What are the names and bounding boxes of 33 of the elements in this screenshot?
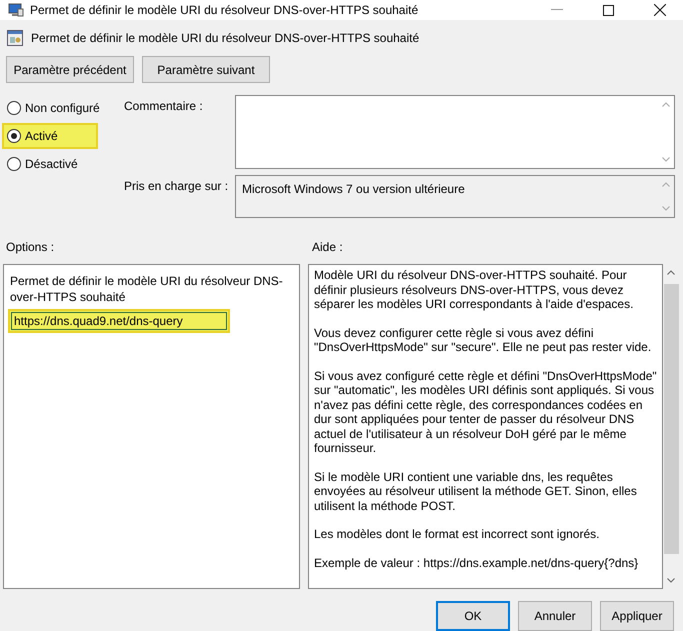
scroll-up-icon[interactable] bbox=[662, 102, 670, 107]
policy-icon bbox=[7, 30, 23, 46]
comment-field[interactable] bbox=[235, 95, 675, 169]
uri-field[interactable]: https://dns.quad9.net/dns-query bbox=[8, 309, 230, 333]
section-label: Options : bbox=[6, 240, 56, 254]
radio-option[interactable]: Non configuré bbox=[2, 95, 98, 121]
help-paragraph: Modèle URI du résolveur DNS-over-HTTPS souhaité. Pour définir plusieurs résolveurs DNS-over-HTTPS, vous devez séparer les modèles URI correspondants à l'aide d'espaces. bbox=[314, 268, 634, 312]
dialog-button[interactable]: Appliquer bbox=[600, 601, 674, 631]
window-title: Permet de définir le modèle URI du résolveur DNS-over-HTTPS souhaité bbox=[30, 3, 418, 17]
scroll-down-icon[interactable] bbox=[662, 157, 670, 162]
nav-button[interactable]: Paramètre précédent bbox=[6, 56, 134, 83]
radio-option[interactable]: Activé bbox=[2, 123, 98, 149]
help-paragraph: Si vous avez configuré cette règle et défini "DnsOverHttpsMode" sur "automatic", les modèles URI définis sont appliqués. Si vous n'avez pas défini cette règle, des correspondances codées en dur sont appliquées pour tenter de passer du résolveur DNS actuel de l'utilisateur à un résolveur DoH géré par le même fournisseur. bbox=[314, 368, 657, 456]
nav-button[interactable]: Paramètre suivant bbox=[142, 56, 270, 83]
help-paragraph: Si le modèle URI contient une variable dns, les requêtes envoyées au résolveur utilisent la méthode GET. Sinon, elles utilisent la méthode POST. bbox=[314, 470, 638, 513]
policy-title: Permet de définir le modèle URI du résolveur DNS-over-HTTPS souhaité bbox=[31, 31, 420, 45]
section-label: Aide : bbox=[312, 240, 343, 254]
field-label: Commentaire : bbox=[123, 98, 204, 115]
dialog-button[interactable]: OK bbox=[436, 601, 510, 631]
computer-icon bbox=[8, 3, 24, 17]
option-description: Permet de définir le modèle URI du résolveur DNS-over-HTTPS souhaité bbox=[9, 273, 284, 305]
help-paragraph: Exemple de valeur : https://dns.example.net/dns-query{?dns} bbox=[314, 556, 640, 570]
help-paragraph: Vous devez configurer cette règle si vous avez défini "DnsOverHttpsMode" sur "secure". Elle ne peut pas rester vide. bbox=[314, 326, 652, 354]
scroll-down-icon[interactable] bbox=[667, 578, 675, 583]
scroll-up-icon[interactable] bbox=[667, 270, 675, 275]
supported-text: Microsoft Windows 7 ou version ultérieure bbox=[241, 181, 466, 198]
field-label: Pris en charge sur : bbox=[123, 178, 230, 195]
radio-option[interactable]: Désactivé bbox=[2, 151, 98, 177]
help-paragraph: Les modèles dont le format est incorrect sont ignorés. bbox=[314, 527, 600, 542]
maximize-icon[interactable] bbox=[603, 4, 614, 16]
minimize-icon[interactable] bbox=[551, 9, 563, 11]
close-icon[interactable] bbox=[654, 4, 666, 16]
dialog-button[interactable]: Annuler bbox=[518, 601, 592, 631]
